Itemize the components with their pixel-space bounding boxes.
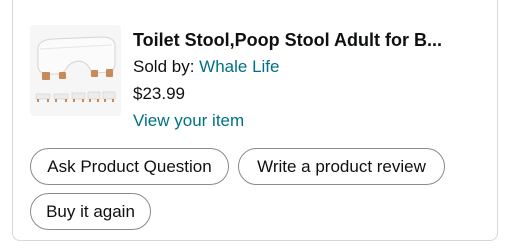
toilet-stool-product-image: [35, 36, 116, 102]
stool-variant-icons: [35, 91, 116, 102]
seller-link[interactable]: Whale Life: [199, 57, 279, 76]
buy-it-again-button[interactable]: Buy it again: [30, 193, 151, 230]
sold-by-label: Sold by:: [133, 57, 200, 76]
product-thumbnail[interactable]: [30, 25, 121, 116]
product-info: Toilet Stool,Poop Stool Adult for B... S…: [133, 28, 493, 133]
write-product-review-button[interactable]: Write a product review: [238, 148, 445, 185]
product-title-link[interactable]: Toilet Stool,Poop Stool Adult for B...: [133, 28, 478, 52]
sold-by-line: Sold by: Whale Life: [133, 55, 493, 79]
ask-product-question-button[interactable]: Ask Product Question: [30, 148, 229, 185]
view-your-item-link[interactable]: View your item: [133, 109, 493, 133]
product-price: $23.99: [133, 84, 185, 103]
